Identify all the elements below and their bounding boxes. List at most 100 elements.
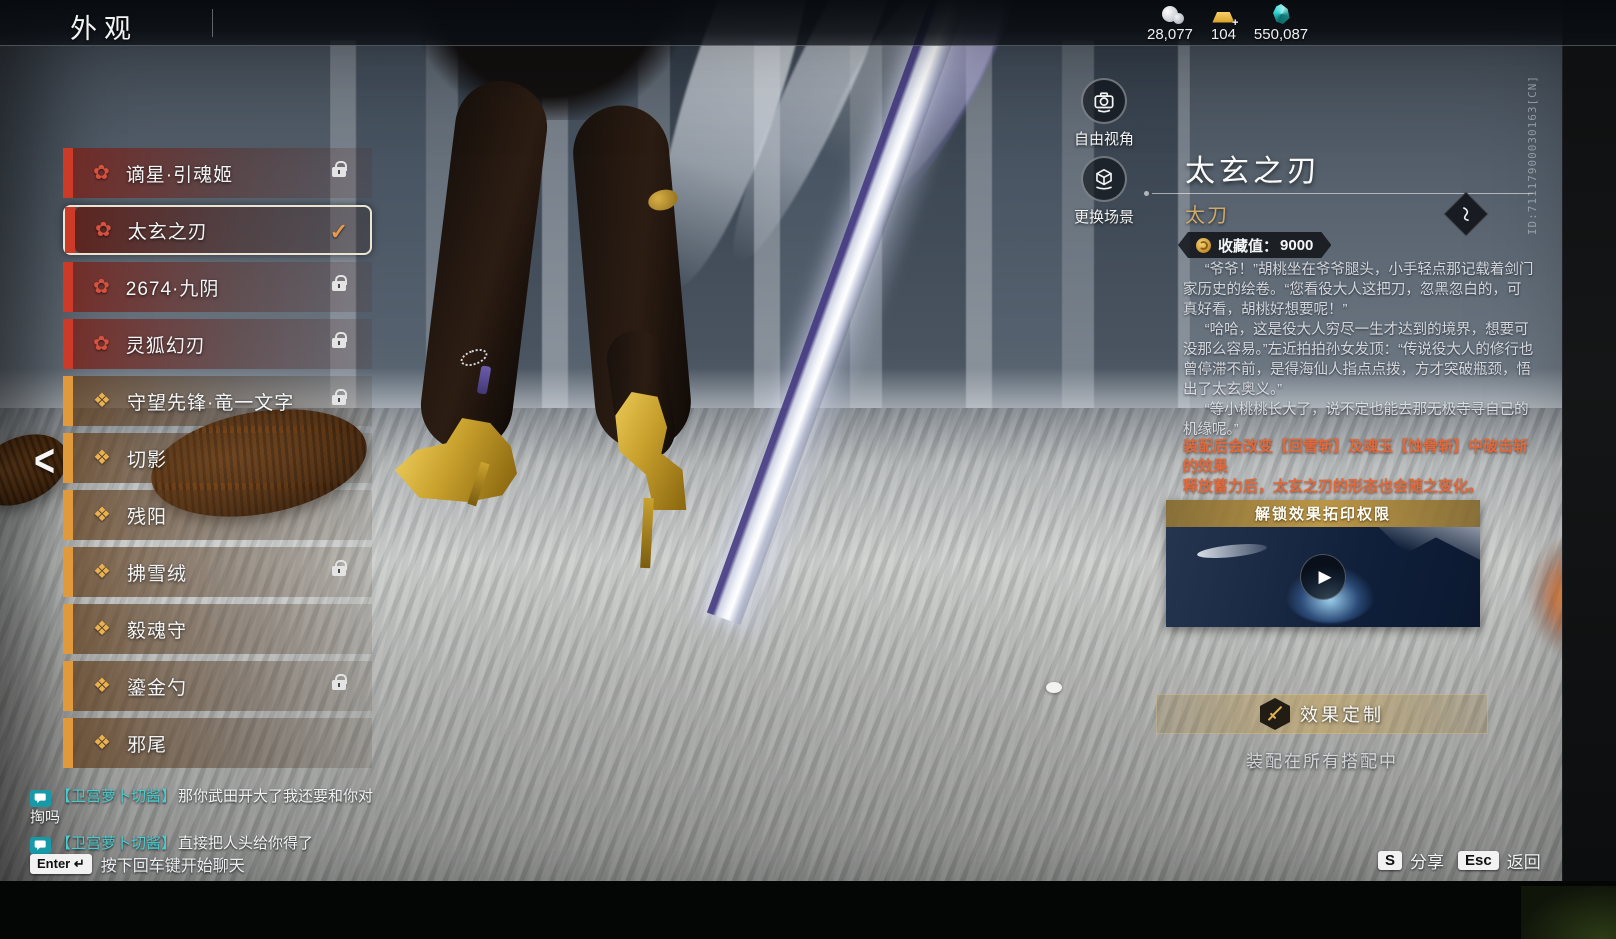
play-icon[interactable]: ▶ xyxy=(1300,554,1346,600)
screen: 外观 28,077 + 104 550,087 ✿ 谪星·引魂姬 ✓ ✿ xyxy=(0,0,1616,939)
lock-icon xyxy=(332,338,346,348)
enter-key: Enter ↵ xyxy=(30,854,92,874)
skin-item-background xyxy=(73,490,372,540)
top-bar: 外观 28,077 + 104 550,087 xyxy=(0,0,1616,46)
skin-item-background xyxy=(73,604,372,654)
skin-rarity-icon: ❖ xyxy=(93,676,111,696)
rarity-bar xyxy=(63,319,73,369)
effect-note-line: 装配后会改变【回雪斩】及魂玉【蚀骨斩】中破击斩的效果 xyxy=(1183,437,1535,477)
free-camera-button[interactable]: 自由视角 xyxy=(1056,78,1152,149)
skin-list: ✿ 谪星·引魂姬 ✓ ✿ 太玄之刃 ✓ ✿ 2674·九阴 ✓ ✿ 灵狐幻刃 ✓… xyxy=(63,148,372,768)
currency-jade[interactable]: 550,087 xyxy=(1245,3,1317,43)
skin-list-item[interactable]: ❖ 邪尾 ✓ xyxy=(63,718,372,768)
lock-icon xyxy=(332,281,346,291)
skin-item-background xyxy=(73,262,372,312)
header-divider xyxy=(212,9,213,37)
pebble xyxy=(1046,682,1062,693)
chat-sender: 【卫宫萝卜切酱】 xyxy=(56,788,176,805)
skin-label: 灵狐幻刃 xyxy=(126,331,206,358)
skin-rarity-icon: ❖ xyxy=(93,562,111,582)
player-id: ID:71117900030163[CN] xyxy=(1526,75,1539,235)
weapon-lore: “爷爷！”胡桃坐在爷爷腿头，小手轻点那记载着剑门家历史的绘卷。“您看役大人这把刀… xyxy=(1183,260,1535,440)
customize-label: 效果定制 xyxy=(1300,701,1384,727)
equip-status: 装配在所有搭配中 xyxy=(1156,747,1488,772)
unlock-video-card[interactable]: 解锁效果拓印权限 ▶ xyxy=(1166,500,1480,627)
bottom-letterbox xyxy=(0,881,1616,939)
skin-list-item[interactable]: ❖ 鎏金勺 ✓ xyxy=(63,661,372,711)
thumbnail-fish xyxy=(1197,541,1268,560)
skin-item-background xyxy=(73,718,372,768)
sword-icon xyxy=(1260,698,1290,730)
skin-rarity-icon: ✿ xyxy=(93,163,110,183)
rarity-bar xyxy=(63,148,73,198)
effect-customize-button[interactable]: 效果定制 xyxy=(1156,694,1488,734)
skin-list-item[interactable]: ❖ 残阳 ✓ xyxy=(63,490,372,540)
check-icon: ✓ xyxy=(330,219,348,245)
skin-list-item[interactable]: ❖ 毅魂守 ✓ xyxy=(63,604,372,654)
lock-icon xyxy=(332,566,346,576)
currency-tael[interactable]: 28,077 xyxy=(1138,3,1202,43)
page-title: 外观 xyxy=(70,7,138,46)
thumbnail-ice xyxy=(1370,527,1480,565)
chat-sender: 【卫宫萝卜切酱】 xyxy=(56,835,176,852)
chat-text: 直接把人头给你得了 xyxy=(178,835,313,852)
skin-rarity-icon: ✿ xyxy=(93,334,110,354)
collection-value: 9000 xyxy=(1280,237,1313,254)
skin-label: 守望先锋·竜一文字 xyxy=(127,388,294,415)
s-key: S xyxy=(1378,851,1402,870)
esc-key: Esc xyxy=(1458,851,1499,870)
skin-rarity-icon: ❖ xyxy=(93,619,111,639)
chat-channel-icon xyxy=(30,790,51,807)
skin-list-item[interactable]: ✿ 2674·九阴 ✓ xyxy=(63,262,372,312)
video-title: 解锁效果拓印权限 xyxy=(1166,500,1480,527)
skin-list-item[interactable]: ✿ 灵狐幻刃 ✓ xyxy=(63,319,372,369)
rarity-bar xyxy=(63,718,73,768)
currency-gold-ingot[interactable]: + 104 xyxy=(1202,3,1245,43)
title-divider xyxy=(1152,193,1533,194)
skin-label: 邪尾 xyxy=(127,730,167,757)
skin-list-item[interactable]: ❖ 守望先锋·竜一文字 ✓ xyxy=(63,376,372,426)
free-camera-label: 自由视角 xyxy=(1056,128,1152,149)
rarity-bar xyxy=(63,433,73,483)
skin-list-item[interactable]: ✿ 谪星·引魂姬 ✓ xyxy=(63,148,372,198)
effect-note: 装配后会改变【回雪斩】及魂玉【蚀骨斩】中破击斩的效果 释放蓄力后，太玄之刃的形态… xyxy=(1183,437,1535,497)
change-scene-label: 更换场景 xyxy=(1056,206,1152,227)
skin-label: 谪星·引魂姬 xyxy=(126,160,233,187)
change-scene-icon xyxy=(1081,156,1127,202)
weapon-type-label: 太刀 xyxy=(1185,199,1229,228)
lock-icon xyxy=(332,395,346,405)
chat-message: 【卫宫萝卜切酱】直接把人头给你得了 xyxy=(30,833,382,854)
skin-list-item[interactable]: ❖ 切影 ✓ xyxy=(63,433,372,483)
lore-paragraph: “爷爷！”胡桃坐在爷爷腿头，小手轻点那记载着剑门家历史的绘卷。“您看役大人这把刀… xyxy=(1183,260,1535,320)
skin-rarity-icon: ❖ xyxy=(93,391,111,411)
lock-icon xyxy=(332,167,346,177)
weapon-title: 太玄之刃 xyxy=(1185,146,1321,190)
free-camera-icon xyxy=(1081,78,1127,124)
skin-item-background xyxy=(73,547,372,597)
rarity-bar xyxy=(63,490,73,540)
skin-label: 毅魂守 xyxy=(127,616,187,643)
tael-coin-icon xyxy=(1158,3,1182,25)
skin-label: 2674·九阴 xyxy=(126,274,220,301)
back-label: 返回 xyxy=(1507,848,1541,873)
rarity-bar xyxy=(63,262,73,312)
skin-label: 鎏金勺 xyxy=(127,673,187,700)
skin-label: 太玄之刃 xyxy=(128,217,208,244)
plus-badge-icon: + xyxy=(1232,17,1238,29)
back-button[interactable]: Esc 返回 xyxy=(1458,848,1541,873)
skin-item-background xyxy=(73,661,372,711)
chat-message: 【卫宫萝卜切酱】那你武田开大了我还要和你对掏吗 xyxy=(30,786,382,828)
skin-item-background xyxy=(73,433,372,483)
change-scene-button[interactable]: 更换场景 xyxy=(1056,156,1152,227)
skin-rarity-icon: ✿ xyxy=(95,220,112,240)
share-label: 分享 xyxy=(1410,848,1444,873)
rarity-bar xyxy=(63,661,73,711)
chat-channel-icon xyxy=(30,837,51,854)
skin-list-item[interactable]: ❖ 拂雪绒 ✓ xyxy=(63,547,372,597)
collapse-chevron-icon[interactable]: < xyxy=(34,435,55,488)
skin-list-item[interactable]: ✿ 太玄之刃 ✓ xyxy=(63,205,372,255)
rarity-bar xyxy=(63,604,73,654)
skin-rarity-icon: ✿ xyxy=(93,277,110,297)
share-button[interactable]: S 分享 xyxy=(1378,848,1444,873)
skin-rarity-icon: ❖ xyxy=(93,505,111,525)
